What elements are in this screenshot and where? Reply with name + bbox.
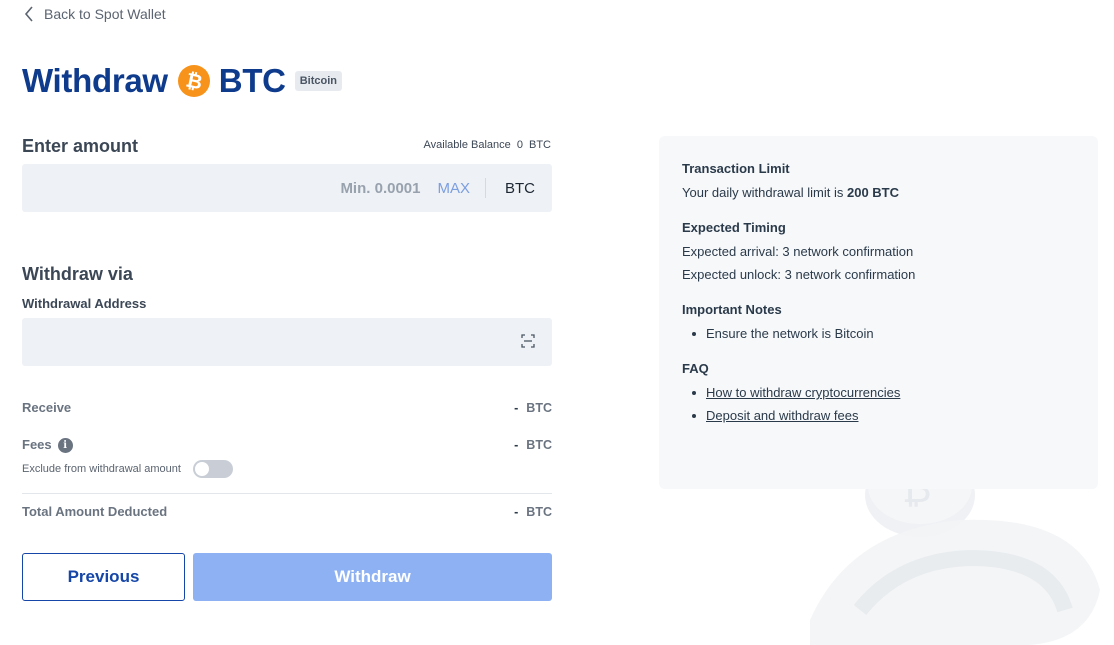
expected-unlock-text: Expected unlock: 3 network confirmation <box>682 267 916 282</box>
important-notes-block: Important Notes Ensure the network is Bi… <box>682 302 1075 341</box>
withdraw-button[interactable]: Withdraw <box>193 553 552 601</box>
page-title: Withdraw ₿ BTC Bitcoin <box>22 62 342 100</box>
total-label: Total Amount Deducted <box>22 504 168 519</box>
amount-placeholder: Min. 0.0001 <box>340 179 421 197</box>
divider <box>485 178 486 198</box>
withdraw-via-heading: Withdraw via <box>22 264 133 284</box>
withdrawal-info-panel: Transaction Limit Your daily withdrawal … <box>659 136 1098 489</box>
receive-label: Receive <box>22 400 72 415</box>
faq-item: Deposit and withdraw fees <box>682 408 1075 423</box>
expected-arrival-text: Expected arrival: 3 network confirmation <box>682 244 914 259</box>
exclude-fee-option: Exclude from withdrawal amount <box>22 460 233 478</box>
note-item: Ensure the network is Bitcoin <box>682 326 1075 341</box>
amount-unit: BTC <box>505 179 535 197</box>
max-button[interactable]: MAX <box>437 180 470 197</box>
total-amount: - BTC <box>514 504 552 519</box>
coin-symbol: BTC <box>218 62 286 99</box>
withdrawal-address-label: Withdrawal Address <box>22 296 147 311</box>
receive-row: Receive - BTC <box>22 400 552 415</box>
toggle-knob <box>194 462 209 476</box>
transaction-limit-heading: Transaction Limit <box>682 161 790 176</box>
chevron-left-icon <box>24 6 33 22</box>
back-to-spot-wallet-link[interactable]: Back to Spot Wallet <box>24 6 166 22</box>
receive-amount: - BTC <box>514 400 552 415</box>
balance-label: Available Balance <box>423 139 511 151</box>
expected-timing-heading: Expected Timing <box>682 220 786 235</box>
available-balance: Available Balance 0 BTC <box>421 139 552 151</box>
faq-block: FAQ How to withdraw cryptocurrencies Dep… <box>682 361 1075 423</box>
transaction-limit-text: Your daily withdrawal limit is 200 BTC <box>682 185 900 200</box>
expected-timing-block: Expected Timing Expected arrival: 3 netw… <box>682 220 1075 282</box>
back-link-label: Back to Spot Wallet <box>44 6 166 22</box>
amount-input[interactable]: Min. 0.0001 MAX BTC <box>22 164 552 212</box>
divider <box>22 493 552 494</box>
faq-heading: FAQ <box>682 361 709 376</box>
exclude-fee-toggle[interactable] <box>192 460 233 478</box>
balance-value: 0 <box>516 139 523 151</box>
withdrawal-address-input[interactable] <box>22 318 552 366</box>
faq-item: How to withdraw cryptocurrencies <box>682 385 1075 400</box>
bitcoin-coin-icon: ₿ <box>177 65 210 97</box>
fees-label: Fees i <box>22 437 73 454</box>
previous-button[interactable]: Previous <box>22 553 185 601</box>
exclude-label: Exclude from withdrawal amount <box>22 463 181 475</box>
fees-row: Fees i - BTC <box>22 437 552 454</box>
chain-badge: Bitcoin <box>294 71 342 91</box>
faq-link-fees[interactable]: Deposit and withdraw fees <box>706 408 858 423</box>
fees-amount: - BTC <box>514 438 552 453</box>
enter-amount-heading: Enter amount <box>22 136 139 156</box>
important-notes-heading: Important Notes <box>682 302 782 317</box>
title-prefix: Withdraw <box>22 62 168 99</box>
transaction-limit-block: Transaction Limit Your daily withdrawal … <box>682 161 1075 200</box>
info-icon[interactable]: i <box>57 438 73 454</box>
balance-unit: BTC <box>529 139 551 151</box>
total-row: Total Amount Deducted - BTC <box>22 504 552 519</box>
faq-link-how-to-withdraw[interactable]: How to withdraw cryptocurrencies <box>706 385 900 400</box>
scan-qr-icon[interactable] <box>521 334 535 348</box>
